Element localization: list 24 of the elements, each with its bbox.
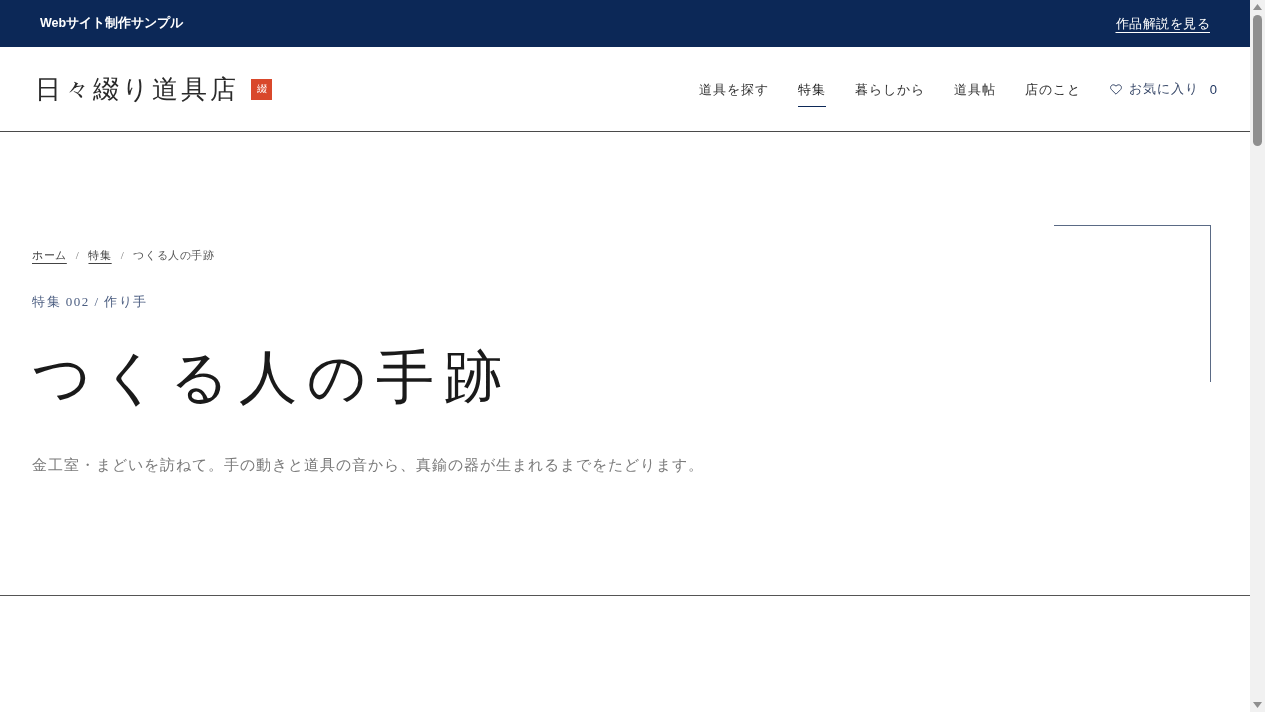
favorites-link[interactable]: お気に入り 0 <box>1109 80 1218 98</box>
site-sample-label: Webサイト制作サンプル <box>40 15 184 32</box>
nav-link[interactable]: 道具を探す <box>698 72 769 107</box>
breadcrumb-link[interactable]: ホーム <box>32 247 67 263</box>
breadcrumb-separator: / <box>75 249 80 261</box>
scroll-down-icon[interactable] <box>1253 702 1262 708</box>
nav-link[interactable]: 特集 <box>797 72 826 107</box>
feature-label: 特集 002 / 作り手 <box>32 293 149 311</box>
lead-text: 金工室・まどいを訪ねて。手の動きと道具の音から、真鍮の器が生まれるまでをたどります。 <box>32 456 704 475</box>
page-title: つくる人の手跡 <box>32 344 513 412</box>
nav-link[interactable]: 暮らしから <box>854 72 925 107</box>
breadcrumb-separator: / <box>120 249 125 261</box>
scroll-up-icon[interactable] <box>1253 4 1262 10</box>
explanation-link[interactable]: 作品解説を見る <box>1115 14 1210 33</box>
logo-mark: 綴 <box>251 78 272 100</box>
nav-link[interactable]: 店のこと <box>1024 72 1081 107</box>
logo-text[interactable]: 日々綴り道具店 <box>35 71 239 107</box>
breadcrumb-link[interactable]: 特集 <box>88 247 112 263</box>
nav-link[interactable]: 道具帖 <box>953 72 996 107</box>
scrollbar-thumb[interactable] <box>1253 15 1262 146</box>
scrollbar[interactable] <box>1250 0 1265 712</box>
heart-icon <box>1109 83 1122 95</box>
breadcrumb-current: つくる人の手跡 <box>133 247 215 263</box>
favorites-count: 0 <box>1209 81 1218 97</box>
